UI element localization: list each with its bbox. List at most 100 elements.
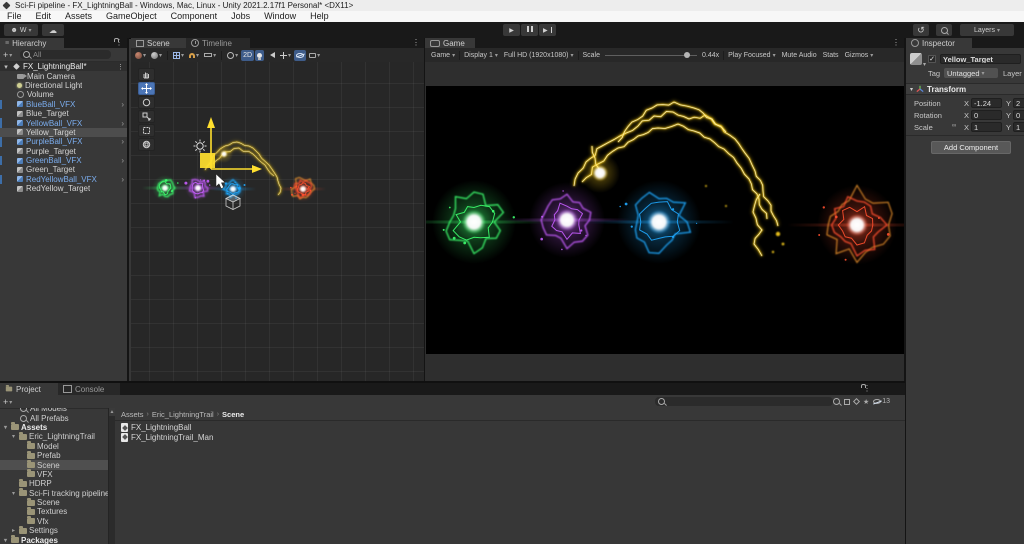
draw-mode-dropdown[interactable]: ▾ xyxy=(133,50,148,61)
mute-audio-button[interactable]: Mute Audio xyxy=(779,50,820,61)
scene-audio-button[interactable] xyxy=(265,50,277,61)
panel-menu-icon[interactable]: ⋮ xyxy=(412,39,420,47)
foldout-arrow-icon[interactable]: ▾ xyxy=(10,490,17,497)
scene-options-icon[interactable]: ⋮ xyxy=(117,63,124,71)
hierarchy-item-yellow-target[interactable]: Yellow_Target xyxy=(0,127,127,138)
project-tree-settings[interactable]: ▸ Settings xyxy=(0,525,108,535)
y-value-field[interactable]: 1 xyxy=(1013,122,1024,132)
panel-menu-icon[interactable]: ⋮ xyxy=(863,385,871,393)
tab-inspector[interactable]: Inspector xyxy=(906,38,972,48)
render-doc-dropdown[interactable]: ▾ xyxy=(225,50,240,61)
menu-gameobject[interactable]: GameObject xyxy=(99,11,164,22)
project-tree-textures[interactable]: Textures xyxy=(0,506,108,516)
play-button[interactable]: ▶ xyxy=(503,24,520,36)
project-file-fx-lightningball[interactable]: FX_LightningBall xyxy=(121,423,905,433)
hierarchy-item-fx-lightningball[interactable]: ▾ FX_LightningBall* ⋮ xyxy=(0,62,127,72)
scene-camera-dropdown[interactable]: ▾ xyxy=(307,50,322,61)
hierarchy-item-blueball-vfx[interactable]: BlueBall_VFX › xyxy=(0,99,127,109)
x-value-field[interactable]: 1 xyxy=(971,122,1002,132)
game-mode-dropdown[interactable]: Game ▾ xyxy=(428,50,458,61)
hidden-count-button[interactable]: 13 xyxy=(873,398,890,405)
foldout-arrow-icon[interactable]: ▾ xyxy=(910,86,913,93)
add-component-button[interactable]: Add Component xyxy=(931,141,1011,154)
expand-chevron-icon[interactable]: › xyxy=(121,156,124,165)
foldout-arrow-icon[interactable]: ▾ xyxy=(2,537,9,544)
hierarchy-item-redyellowball-vfx[interactable]: RedYellowBall_VFX › xyxy=(0,174,127,185)
expand-chevron-icon[interactable]: › xyxy=(121,137,124,146)
favorites-star-icon[interactable]: ★ xyxy=(863,398,869,406)
project-search-input[interactable] xyxy=(655,397,833,406)
grid-visibility-dropdown[interactable]: ▾ xyxy=(171,50,186,61)
project-tree-vfx[interactable]: VFX xyxy=(0,469,108,479)
project-tree-vfx[interactable]: Vfx xyxy=(0,516,108,526)
y-value-field[interactable]: 0 xyxy=(1013,110,1024,120)
scale-slider[interactable] xyxy=(605,50,698,60)
project-tree-packages[interactable]: ▾ Packages xyxy=(0,535,108,544)
undo-history-button[interactable]: ↺ xyxy=(913,24,929,36)
package-icon[interactable] xyxy=(844,398,850,405)
menu-jobs[interactable]: Jobs xyxy=(224,11,257,22)
project-tree-scene[interactable]: Scene xyxy=(0,460,108,470)
project-tree-scene[interactable]: Scene xyxy=(0,497,108,507)
scale-link-icon[interactable]: ∞ xyxy=(952,123,956,129)
breadcrumb-segment-scene[interactable]: Scene xyxy=(222,410,244,419)
hierarchy-item-redyellow-target[interactable]: RedYellow_Target xyxy=(0,184,127,193)
menu-component[interactable]: Component xyxy=(164,11,225,22)
project-tree-model[interactable]: Model xyxy=(0,441,108,451)
hierarchy-item-green-target[interactable]: Green_Target xyxy=(0,165,127,174)
transform-component-header[interactable]: ▾ Transform xyxy=(906,83,1024,95)
cloud-services-button[interactable]: ☁ xyxy=(42,24,64,36)
x-value-field[interactable]: -1.24 xyxy=(971,98,1002,108)
create-asset-button[interactable]: + ▾ xyxy=(3,397,12,407)
resolution-dropdown[interactable]: Full HD (1920x1080) ▾ xyxy=(501,50,577,61)
hidden-objects-button[interactable] xyxy=(294,49,307,61)
expand-chevron-icon[interactable]: › xyxy=(121,119,124,128)
menu-help[interactable]: Help xyxy=(303,11,336,22)
breadcrumb-segment-assets[interactable]: Assets xyxy=(121,410,144,419)
tab-hierarchy[interactable]: ≡ Hierarchy xyxy=(0,38,64,48)
project-tree-scrollbar[interactable]: ▲ xyxy=(108,408,115,544)
hierarchy-search-input[interactable]: All xyxy=(20,50,111,59)
step-button[interactable]: ▶ xyxy=(539,24,556,36)
snap-dropdown[interactable]: ▾ xyxy=(187,50,201,61)
hierarchy-item-yellowball-vfx[interactable]: YellowBall_VFX › xyxy=(0,118,127,128)
foldout-arrow-icon[interactable]: ▾ xyxy=(2,424,9,431)
scene-lighting-button[interactable] xyxy=(255,49,265,61)
scene-viewport[interactable] xyxy=(131,62,424,381)
hierarchy-item-main-camera[interactable]: Main Camera xyxy=(0,71,127,81)
expand-chevron-icon[interactable]: › xyxy=(121,100,124,109)
create-object-button[interactable]: + ▾ xyxy=(3,50,12,60)
pause-button[interactable] xyxy=(521,24,538,36)
slider-knob[interactable] xyxy=(684,52,691,58)
hierarchy-item-blue-target[interactable]: Blue_Target xyxy=(0,109,127,118)
project-tree-sci-fi-tracking-pipeline[interactable]: ▾ Sci-Fi tracking pipeline xyxy=(0,488,108,498)
game-viewport[interactable] xyxy=(425,62,904,381)
foldout-arrow-icon[interactable]: ▾ xyxy=(10,433,17,440)
object-icon-dropdown[interactable] xyxy=(910,53,926,68)
panel-menu-icon[interactable]: ⋮ xyxy=(115,39,123,47)
gizmos-dropdown[interactable]: Gizmos ▾ xyxy=(842,50,877,61)
hierarchy-item-purpleball-vfx[interactable]: PurpleBall_VFX › xyxy=(0,137,127,147)
effects-dropdown[interactable]: ▾ xyxy=(278,50,293,61)
x-value-field[interactable]: 0 xyxy=(971,110,1002,120)
menu-file[interactable]: File xyxy=(0,11,29,22)
project-tree-prefab[interactable]: Prefab xyxy=(0,450,108,460)
search-button[interactable] xyxy=(936,24,952,36)
y-value-field[interactable]: 2 xyxy=(1013,98,1024,108)
menu-edit[interactable]: Edit xyxy=(29,11,59,22)
object-name-field[interactable]: Yellow_Target xyxy=(940,54,1021,64)
hierarchy-item-purple-target[interactable]: Purple_Target xyxy=(0,147,127,156)
active-checkbox[interactable]: ✓ xyxy=(928,55,936,63)
label-icon[interactable] xyxy=(852,397,861,406)
foldout-arrow-icon[interactable]: ▾ xyxy=(2,63,10,71)
play-focused-dropdown[interactable]: Play Focused ▾ xyxy=(725,50,778,61)
project-tree-eric-lightningtrail[interactable]: ▾ Eric_LightningTrail xyxy=(0,431,108,441)
tab-console[interactable]: Console xyxy=(58,383,120,395)
camera-view-dropdown[interactable]: ▾ xyxy=(149,50,164,61)
menu-assets[interactable]: Assets xyxy=(58,11,99,22)
account-button[interactable]: ☻ W ▾ xyxy=(4,24,38,36)
project-tree-all-prefabs[interactable]: All Prefabs xyxy=(0,413,108,423)
hierarchy-item-directional-light[interactable]: Directional Light xyxy=(0,81,127,90)
project-file-fx-lightningtrail-man[interactable]: FX_LightningTrail_Man xyxy=(121,432,905,443)
project-tree-hdrp[interactable]: HDRP xyxy=(0,478,108,488)
